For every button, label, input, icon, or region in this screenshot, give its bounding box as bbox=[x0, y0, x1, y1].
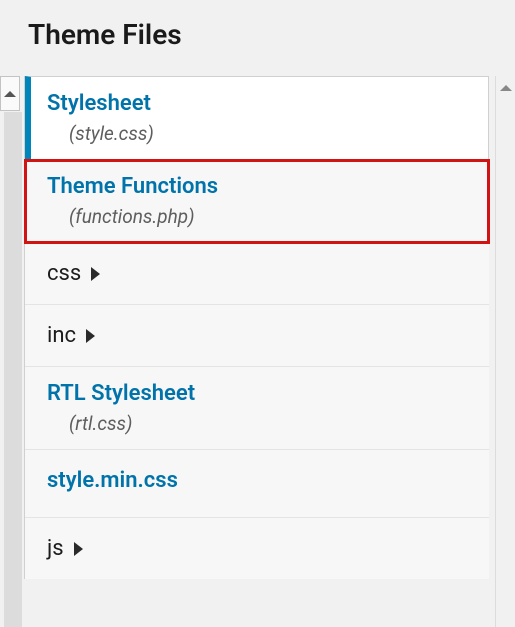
folder-label: js bbox=[47, 536, 64, 561]
file-title: Stylesheet bbox=[47, 91, 470, 116]
scroll-up-button[interactable] bbox=[496, 76, 515, 100]
chevron-right-icon bbox=[91, 267, 100, 281]
file-title: Theme Functions bbox=[47, 174, 471, 199]
folder-item-css[interactable]: css bbox=[25, 243, 489, 305]
file-title: style.min.css bbox=[47, 468, 471, 493]
chevron-right-icon bbox=[86, 329, 95, 343]
folder-item-js[interactable]: js bbox=[25, 518, 489, 579]
folder-label: inc bbox=[47, 323, 76, 348]
file-item-stylesheet[interactable]: Stylesheet (style.css) bbox=[25, 76, 489, 160]
left-scroll-up-button[interactable] bbox=[0, 76, 20, 111]
right-scrollbar[interactable] bbox=[495, 76, 515, 627]
folder-label: css bbox=[47, 261, 81, 286]
file-subtitle: (functions.php) bbox=[47, 205, 471, 228]
file-list: Stylesheet (style.css) Theme Functions (… bbox=[24, 76, 489, 579]
file-subtitle: (rtl.css) bbox=[47, 412, 471, 435]
folder-item-inc[interactable]: inc bbox=[25, 305, 489, 367]
arrow-up-icon bbox=[4, 91, 16, 97]
arrow-up-icon bbox=[500, 85, 512, 91]
file-item-style-min-css[interactable]: style.min.css bbox=[25, 450, 489, 518]
chevron-right-icon bbox=[74, 542, 83, 556]
file-item-theme-functions[interactable]: Theme Functions (functions.php) bbox=[25, 160, 489, 243]
file-title: RTL Stylesheet bbox=[47, 381, 471, 406]
file-item-rtl-stylesheet[interactable]: RTL Stylesheet (rtl.css) bbox=[25, 367, 489, 450]
file-subtitle: (style.css) bbox=[47, 122, 470, 145]
left-rail bbox=[4, 112, 22, 627]
theme-files-heading: Theme Files bbox=[0, 0, 515, 61]
